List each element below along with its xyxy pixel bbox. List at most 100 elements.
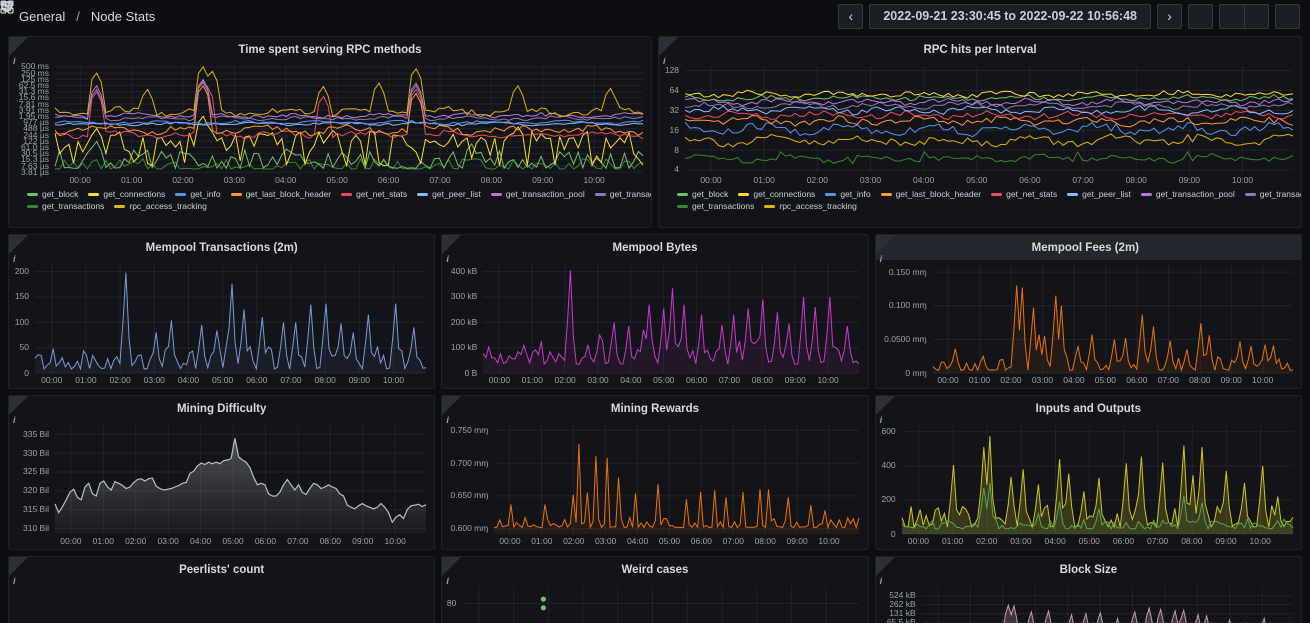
panel-info-icon[interactable]: i [9, 37, 28, 56]
legend-item[interactable]: get_transaction_pool_stats [595, 189, 651, 199]
panel-header[interactable]: Weird cases [442, 557, 867, 582]
legend-item[interactable]: get_connections [88, 189, 165, 199]
panel-info-icon[interactable]: i [442, 235, 461, 254]
zoom-out-time-button[interactable] [1188, 4, 1213, 29]
legend-swatch [1067, 193, 1078, 196]
panel-header[interactable]: Mining Difficulty [9, 396, 434, 421]
panel-info-icon[interactable]: i [876, 396, 895, 415]
legend-item[interactable]: get_info [825, 189, 870, 199]
panel-title: Mempool Fees (2m) [1032, 242, 1139, 254]
legend-swatch [27, 193, 38, 196]
legend-item[interactable]: get_peer_list [417, 189, 481, 199]
panel-header[interactable]: Inputs and Outputs [876, 396, 1301, 421]
chevron-left-icon: ‹ [849, 9, 854, 23]
chart-area[interactable]: 524 kB262 kB131 kB65.5 kB00:0001:0002:00… [876, 582, 1301, 623]
panel-header[interactable]: Mempool Transactions (2m) [9, 235, 434, 260]
chart-area[interactable]: 8000:0001:0002:0003:0004:0005:0006:0007:… [442, 582, 867, 623]
panel-mempool-fees: i Mempool Fees (2m) 0.150 mɱ0.100 mɱ0.05… [875, 234, 1302, 389]
legend-item[interactable]: get_last_block_header [231, 189, 332, 199]
breadcrumb[interactable]: General / Node Stats [10, 9, 155, 24]
panel-header[interactable]: Block Size [876, 557, 1301, 582]
legend-item[interactable]: get_transaction_pool_stats [1245, 189, 1301, 199]
panel-info-icon[interactable]: i [9, 557, 28, 576]
panel-mining-difficulty: i Mining Difficulty 335 Bil330 Bil325 Bi… [8, 395, 435, 550]
legend-swatch [677, 205, 688, 208]
panel-title: Peerlists' count [179, 564, 264, 576]
legend-swatch [88, 193, 99, 196]
panel-info-icon[interactable]: i [442, 557, 461, 576]
panel-info-icon[interactable]: i [876, 557, 895, 576]
chart-area[interactable]: 0.750 mɱ0.700 mɱ0.650 mɱ0.600 mɱ00:0001:… [442, 421, 867, 549]
legend-swatch [231, 193, 242, 196]
chart-area[interactable]: 1286432168400:0001:0002:0003:0004:0005:0… [659, 62, 1301, 188]
legend-label: get_block [692, 189, 728, 199]
panel-header[interactable]: Mining Rewards [442, 396, 867, 421]
panel-info-icon[interactable]: i [659, 37, 678, 56]
legend-item[interactable]: get_transaction_pool [1141, 189, 1235, 199]
legend-item[interactable]: get_connections [738, 189, 815, 199]
panel-title: RPC hits per Interval [923, 44, 1036, 56]
legend-item[interactable]: get_transaction_pool [491, 189, 585, 199]
legend-item[interactable]: get_transactions [677, 201, 754, 211]
refresh-button-group [1219, 4, 1269, 29]
kiosk-mode-button[interactable] [1275, 4, 1300, 29]
chart-area[interactable]: 400 kB300 kB200 kB100 kB0 B00:0001:0002:… [442, 260, 867, 388]
legend-label: get_net_stats [1006, 189, 1057, 199]
refresh-interval-dropdown[interactable] [1244, 4, 1269, 29]
legend-item[interactable]: rpc_access_tracking [114, 201, 206, 211]
panel-header[interactable]: Time spent serving RPC methods [9, 37, 651, 62]
panel-weird-cases: i Weird cases 8000:0001:0002:0003:0004:0… [441, 556, 868, 623]
legend-swatch [27, 205, 38, 208]
breadcrumb-page-title: Node Stats [91, 9, 155, 24]
breadcrumb-section[interactable]: General [19, 9, 65, 24]
panel-info-icon[interactable]: i [876, 235, 895, 254]
legend-item[interactable]: get_transactions [27, 201, 104, 211]
legend-item[interactable]: get_last_block_header [881, 189, 982, 199]
panel-info-icon[interactable]: i [9, 235, 28, 254]
legend-item[interactable]: get_net_stats [341, 189, 407, 199]
legend-label: rpc_access_tracking [129, 201, 206, 211]
chart-area[interactable]: 500 ms250 ms125 ms62.5 ms31.3 ms15.6 ms7… [9, 62, 651, 188]
legend-item[interactable]: get_block [677, 189, 728, 199]
legend-item[interactable]: rpc_access_tracking [764, 201, 856, 211]
chart-area[interactable]: 600400200000:0001:0002:0003:0004:0005:00… [876, 421, 1301, 549]
chart-area[interactable]: 20015010050000:0001:0002:0003:0004:0005:… [9, 260, 434, 388]
legend-swatch [417, 193, 428, 196]
time-shift-forward-button[interactable]: › [1157, 4, 1182, 29]
legend-item[interactable]: get_peer_list [1067, 189, 1131, 199]
legend-swatch [1141, 193, 1152, 196]
panel-title: Mining Difficulty [177, 403, 266, 415]
legend-label: get_transaction_pool_stats [1260, 189, 1301, 199]
legend-item[interactable]: get_info [175, 189, 220, 199]
time-range-picker[interactable]: 2022-09-21 23:30:45 to 2022-09-22 10:56:… [869, 4, 1151, 29]
time-range-text: 2022-09-21 23:30:45 to 2022-09-22 10:56:… [883, 9, 1137, 23]
legend-item[interactable]: get_block [27, 189, 78, 199]
breadcrumb-separator: / [76, 9, 80, 24]
legend-swatch [114, 205, 125, 208]
legend-item[interactable]: get_net_stats [991, 189, 1057, 199]
legend-swatch [595, 193, 606, 196]
panel-header[interactable]: Mempool Fees (2m) [876, 235, 1301, 260]
legend-label: rpc_access_tracking [779, 201, 856, 211]
legend-label: get_transaction_pool [1156, 189, 1235, 199]
dashboard-grid: i Time spent serving RPC methods 500 ms2… [0, 32, 1310, 623]
toolbar: General / Node Stats ‹ 2022-09-21 23:30:… [0, 0, 1310, 32]
legend-swatch [738, 193, 749, 196]
refresh-button[interactable] [1219, 4, 1244, 29]
chart-area[interactable] [9, 582, 434, 623]
panel-header[interactable]: Peerlists' count [9, 557, 434, 582]
time-shift-back-button[interactable]: ‹ [838, 4, 863, 29]
legend-label: get_transaction_pool_stats [610, 189, 651, 199]
panel-header[interactable]: RPC hits per Interval [659, 37, 1301, 62]
legend-label: get_transactions [692, 201, 754, 211]
panel-inputs-and-outputs: i Inputs and Outputs 600400200000:0001:0… [875, 395, 1302, 550]
panel-info-icon[interactable]: i [9, 396, 28, 415]
chart-area[interactable]: 335 Bil330 Bil325 Bil320 Bil315 Bil310 B… [9, 421, 434, 549]
panel-header[interactable]: Mempool Bytes [442, 235, 867, 260]
panel-block-size: i Block Size 524 kB262 kB131 kB65.5 kB00… [875, 556, 1302, 623]
legend-label: get_info [840, 189, 870, 199]
legend-swatch [881, 193, 892, 196]
panel-mining-rewards: i Mining Rewards 0.750 mɱ0.700 mɱ0.650 m… [441, 395, 868, 550]
chart-area[interactable]: 0.150 mɱ0.100 mɱ0.0500 mɱ0 mɱ00:0001:000… [876, 260, 1301, 388]
panel-info-icon[interactable]: i [442, 396, 461, 415]
